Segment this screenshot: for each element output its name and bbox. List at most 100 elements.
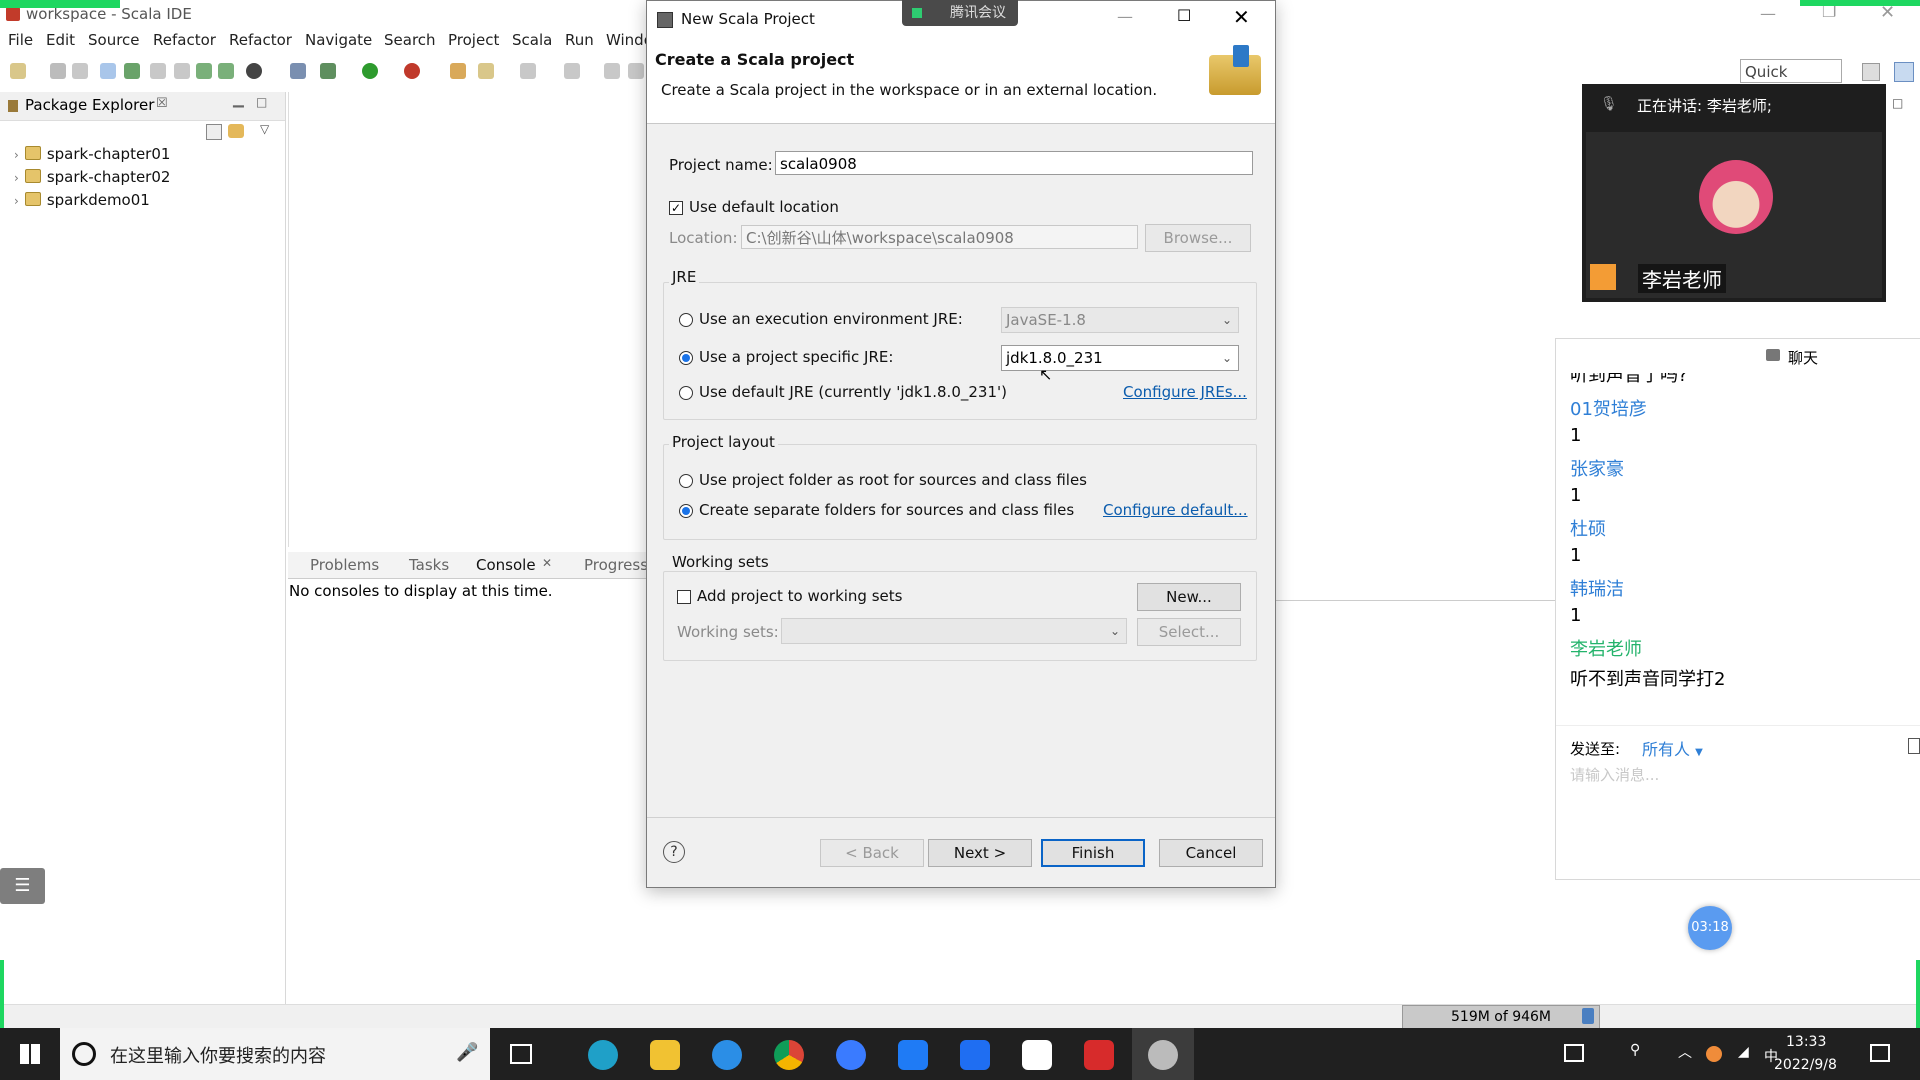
toggle-icon[interactable] xyxy=(100,63,116,79)
typora-icon[interactable] xyxy=(1022,1040,1052,1070)
package-icon[interactable] xyxy=(196,63,212,79)
menu-file[interactable]: File xyxy=(8,31,33,49)
recording-timer[interactable]: 03:18 xyxy=(1688,906,1732,950)
feishu-icon[interactable] xyxy=(836,1040,866,1070)
execution-env-select[interactable]: JavaSE-1.8 ⌄ xyxy=(1001,307,1239,333)
tab-tasks[interactable]: Tasks xyxy=(409,556,449,574)
project-jre-select[interactable]: jdk1.8.0_231 ⌄ xyxy=(1001,345,1239,371)
tree-item-project[interactable]: › sparkdemo01 xyxy=(14,191,150,209)
configure-default-link[interactable]: Configure default... xyxy=(1103,501,1248,519)
network-icon[interactable]: ◢ xyxy=(1738,1044,1749,1060)
people-icon[interactable]: ⚲ xyxy=(1630,1042,1640,1058)
expand-arrow-icon[interactable]: › xyxy=(14,148,19,162)
file-icon[interactable] xyxy=(1908,738,1920,754)
location-input[interactable]: C:\创新谷\山体\workspace\scala0908 xyxy=(741,225,1138,249)
next-annotation-icon[interactable] xyxy=(520,63,536,79)
run-gc-icon[interactable] xyxy=(1582,1008,1594,1024)
jre-execution-env-radio[interactable] xyxy=(679,313,693,327)
link-editor-icon[interactable] xyxy=(228,124,244,138)
save-icon[interactable] xyxy=(50,63,66,79)
minimize-view-icon[interactable]: ▁ xyxy=(233,92,244,108)
microphone-icon[interactable]: 🎤 xyxy=(456,1042,478,1063)
quick-access-field[interactable]: Quick Access xyxy=(1740,59,1842,105)
close-view-icon[interactable]: ☒ xyxy=(156,96,168,111)
collapse-all-icon[interactable] xyxy=(206,124,222,140)
help-icon[interactable]: ? xyxy=(663,841,685,863)
scala-ide-taskbar-icon[interactable] xyxy=(1148,1040,1178,1070)
select-working-sets-button[interactable]: Select... xyxy=(1137,618,1241,646)
layout-root-radio[interactable] xyxy=(679,474,693,488)
configure-jres-link[interactable]: Configure JREs... xyxy=(1123,383,1247,401)
clock-date[interactable]: 2022/9/8 xyxy=(1774,1057,1837,1073)
tree-item-project[interactable]: › spark-chapter02 xyxy=(14,168,170,186)
finish-button[interactable]: Finish xyxy=(1041,839,1145,867)
maximize-icon[interactable]: ☐ xyxy=(1177,6,1191,25)
keyboard-icon[interactable] xyxy=(1564,1044,1584,1062)
menu-navigate[interactable]: Navigate xyxy=(305,31,372,49)
account-icon[interactable] xyxy=(246,63,262,79)
tab-progress[interactable]: Progress xyxy=(584,556,648,574)
chat-input[interactable]: 请输入消息... xyxy=(1570,764,1910,864)
meeting-badge[interactable]: 腾讯会议 xyxy=(902,0,1018,26)
use-default-location-checkbox[interactable]: ✓ xyxy=(669,201,683,215)
new-icon[interactable] xyxy=(10,63,26,79)
maximize-view-icon[interactable]: □ xyxy=(256,95,267,109)
menu-search[interactable]: Search xyxy=(384,31,436,49)
back-button[interactable]: < Back xyxy=(820,839,924,867)
browse-button[interactable]: Browse... xyxy=(1145,224,1251,252)
taskbar-search[interactable]: 在这里输入你要搜索的内容 🎤 xyxy=(60,1028,490,1080)
menu-refactor-2[interactable]: Refactor xyxy=(229,31,292,49)
tray-app-icon[interactable] xyxy=(1706,1046,1722,1062)
run-icon[interactable] xyxy=(362,63,378,79)
outline-toggle-button[interactable]: ☰ xyxy=(0,868,45,904)
tree-item-project[interactable]: › spark-chapter01 xyxy=(14,145,170,163)
close-console-icon[interactable]: ✕ xyxy=(542,556,552,570)
wps-icon[interactable] xyxy=(1084,1040,1114,1070)
tencent-meeting-icon[interactable] xyxy=(960,1040,990,1070)
windows-start-icon[interactable] xyxy=(20,1044,40,1064)
format-icon[interactable] xyxy=(150,63,166,79)
notifications-icon[interactable] xyxy=(1870,1044,1890,1062)
add-working-sets-checkbox[interactable] xyxy=(677,590,691,604)
jre-project-specific-radio[interactable] xyxy=(679,351,693,365)
expand-arrow-icon[interactable]: › xyxy=(14,171,19,185)
menu-run[interactable]: Run xyxy=(565,31,594,49)
file-explorer-icon[interactable] xyxy=(650,1040,680,1070)
open-perspective-icon[interactable] xyxy=(1862,63,1880,81)
outline-icon[interactable] xyxy=(124,63,140,79)
task-view-icon[interactable] xyxy=(510,1044,532,1064)
close-icon[interactable]: ✕ xyxy=(1233,5,1250,29)
chrome-icon[interactable] xyxy=(774,1040,804,1070)
tab-console[interactable]: Console xyxy=(476,556,536,574)
run-external-icon[interactable] xyxy=(404,63,420,79)
send-to-select[interactable]: 所有人 ▼ xyxy=(1642,736,1703,760)
expand-arrow-icon[interactable]: › xyxy=(14,194,19,208)
save-all-icon[interactable] xyxy=(72,63,88,79)
menu-source[interactable]: Source xyxy=(88,31,140,49)
forward-nav-icon[interactable] xyxy=(628,63,644,79)
debug-icon[interactable] xyxy=(320,63,336,79)
edge-icon[interactable] xyxy=(588,1040,618,1070)
back-nav-icon[interactable] xyxy=(604,63,620,79)
view-menu-icon[interactable]: ▽ xyxy=(260,122,269,136)
tab-problems[interactable]: Problems xyxy=(310,556,379,574)
jre-default-radio[interactable] xyxy=(679,386,693,400)
open-type-icon[interactable] xyxy=(450,63,466,79)
class-icon[interactable] xyxy=(218,63,234,79)
skip-breakpoints-icon[interactable] xyxy=(290,63,306,79)
file-icon[interactable] xyxy=(174,63,190,79)
prev-annotation-icon[interactable] xyxy=(564,63,580,79)
dingtalk-icon[interactable] xyxy=(898,1040,928,1070)
cancel-button[interactable]: Cancel xyxy=(1159,839,1263,867)
expand-video-icon[interactable]: □ xyxy=(1892,96,1903,110)
menu-project[interactable]: Project xyxy=(448,31,499,49)
working-sets-select[interactable]: ⌄ xyxy=(781,618,1127,644)
minimize-icon[interactable]: — xyxy=(1117,7,1133,26)
package-explorer-tab[interactable]: Package Explorer xyxy=(25,96,154,114)
menu-edit[interactable]: Edit xyxy=(46,31,75,49)
tray-chevron-icon[interactable]: ︿ xyxy=(1678,1042,1692,1062)
clock-time[interactable]: 13:33 xyxy=(1786,1034,1826,1050)
menu-scala[interactable]: Scala xyxy=(512,31,552,49)
scala-perspective-icon[interactable] xyxy=(1894,62,1914,82)
internet-explorer-icon[interactable] xyxy=(712,1040,742,1070)
